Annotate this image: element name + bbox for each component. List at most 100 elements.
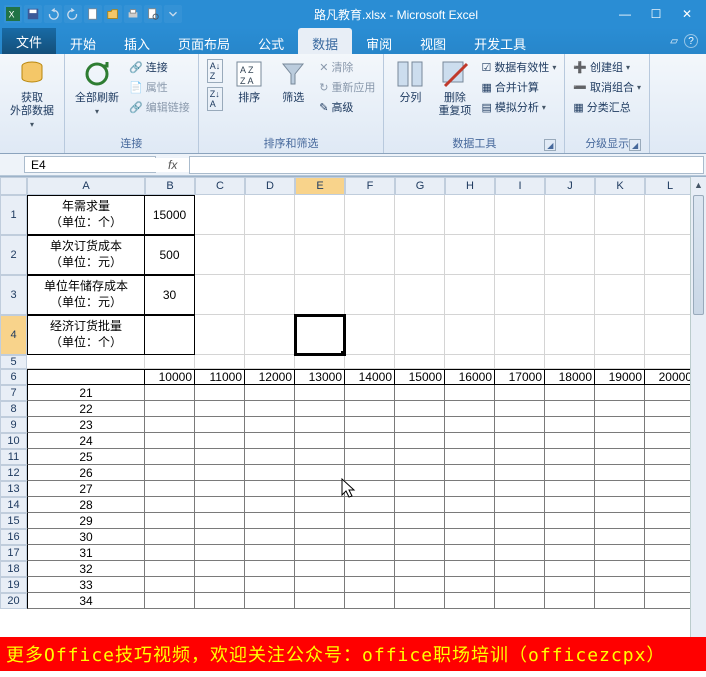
cell[interactable]: [195, 545, 245, 561]
cell[interactable]: [345, 481, 395, 497]
tab-页面布局[interactable]: 页面布局: [164, 28, 244, 54]
filter-button[interactable]: 筛选: [273, 56, 313, 107]
tab-插入[interactable]: 插入: [110, 28, 164, 54]
cell[interactable]: [495, 449, 545, 465]
cell[interactable]: [345, 593, 395, 609]
cell[interactable]: 33: [27, 577, 145, 593]
cell[interactable]: [445, 417, 495, 433]
cell[interactable]: [295, 561, 345, 577]
cell[interactable]: [645, 513, 695, 529]
cell[interactable]: [145, 433, 195, 449]
column-header[interactable]: A: [27, 177, 145, 195]
cell[interactable]: [445, 529, 495, 545]
cell[interactable]: [495, 577, 545, 593]
cell[interactable]: [595, 275, 645, 315]
cell[interactable]: 27: [27, 481, 145, 497]
cell[interactable]: [595, 513, 645, 529]
cell[interactable]: 22: [27, 401, 145, 417]
cell[interactable]: [545, 465, 595, 481]
cell[interactable]: [245, 561, 295, 577]
cell[interactable]: [295, 481, 345, 497]
cell[interactable]: 13000: [295, 369, 345, 385]
cell[interactable]: [295, 529, 345, 545]
cell[interactable]: 25: [27, 449, 145, 465]
cell[interactable]: [145, 593, 195, 609]
cell[interactable]: [195, 417, 245, 433]
cell[interactable]: [145, 355, 195, 369]
cell[interactable]: [145, 545, 195, 561]
cell[interactable]: [195, 275, 245, 315]
ribbon-minimize-icon[interactable]: ▱: [670, 36, 678, 47]
cell[interactable]: [195, 465, 245, 481]
cell[interactable]: [545, 433, 595, 449]
consolidate-button[interactable]: ▦合并计算: [479, 78, 558, 96]
column-header[interactable]: E: [295, 177, 345, 195]
cell[interactable]: [245, 545, 295, 561]
cell[interactable]: [495, 385, 545, 401]
save-icon[interactable]: [24, 5, 42, 23]
dialog-launcher-icon[interactable]: ◢: [544, 139, 556, 151]
cell[interactable]: 19000: [595, 369, 645, 385]
fill-handle[interactable]: [341, 351, 345, 355]
cell[interactable]: [245, 275, 295, 315]
cell[interactable]: [195, 235, 245, 275]
cell[interactable]: [295, 385, 345, 401]
cell[interactable]: [295, 195, 345, 235]
cell[interactable]: 32: [27, 561, 145, 577]
cell[interactable]: [145, 385, 195, 401]
connections-button[interactable]: 🔗连接: [127, 58, 192, 76]
cell[interactable]: [395, 529, 445, 545]
cell[interactable]: 单位年储存成本 （单位：元）: [27, 275, 145, 315]
cell[interactable]: [645, 577, 695, 593]
row-header[interactable]: 16: [0, 529, 27, 545]
cell[interactable]: [195, 497, 245, 513]
cell[interactable]: [27, 369, 145, 385]
dialog-launcher-icon[interactable]: ◢: [629, 139, 641, 151]
row-header[interactable]: 14: [0, 497, 27, 513]
cell[interactable]: [495, 433, 545, 449]
cell[interactable]: [145, 529, 195, 545]
cell[interactable]: [445, 545, 495, 561]
cell[interactable]: [195, 355, 245, 369]
cell[interactable]: [345, 465, 395, 481]
cell[interactable]: [395, 235, 445, 275]
cell[interactable]: [195, 433, 245, 449]
cell[interactable]: [445, 385, 495, 401]
cell[interactable]: [245, 401, 295, 417]
cell[interactable]: [545, 449, 595, 465]
subtotal-button[interactable]: ▦分类汇总: [571, 98, 643, 116]
cell[interactable]: [295, 315, 345, 355]
cell[interactable]: [495, 355, 545, 369]
cell[interactable]: [195, 401, 245, 417]
maximize-button[interactable]: ☐: [641, 4, 671, 24]
cell[interactable]: [645, 195, 695, 235]
cell[interactable]: 30: [145, 275, 195, 315]
cell[interactable]: [395, 315, 445, 355]
cell[interactable]: [545, 275, 595, 315]
cell[interactable]: [595, 235, 645, 275]
cell[interactable]: [645, 417, 695, 433]
cell[interactable]: [395, 513, 445, 529]
cell[interactable]: [245, 315, 295, 355]
cell[interactable]: [245, 465, 295, 481]
redo-icon[interactable]: [64, 5, 82, 23]
print-preview-icon[interactable]: [144, 5, 162, 23]
cell[interactable]: 24: [27, 433, 145, 449]
column-header[interactable]: F: [345, 177, 395, 195]
edit-links-button[interactable]: 🔗编辑链接: [127, 98, 192, 116]
cell[interactable]: [395, 481, 445, 497]
cell[interactable]: [595, 449, 645, 465]
row-header[interactable]: 9: [0, 417, 27, 433]
cell[interactable]: [595, 497, 645, 513]
cell[interactable]: [645, 465, 695, 481]
row-header[interactable]: 8: [0, 401, 27, 417]
cell[interactable]: [545, 195, 595, 235]
cell[interactable]: [245, 235, 295, 275]
cell[interactable]: [145, 315, 195, 355]
cell[interactable]: [445, 235, 495, 275]
cell[interactable]: 15000: [395, 369, 445, 385]
tab-开始[interactable]: 开始: [56, 28, 110, 54]
cell[interactable]: 12000: [245, 369, 295, 385]
cell[interactable]: 10000: [145, 369, 195, 385]
cell[interactable]: [645, 593, 695, 609]
